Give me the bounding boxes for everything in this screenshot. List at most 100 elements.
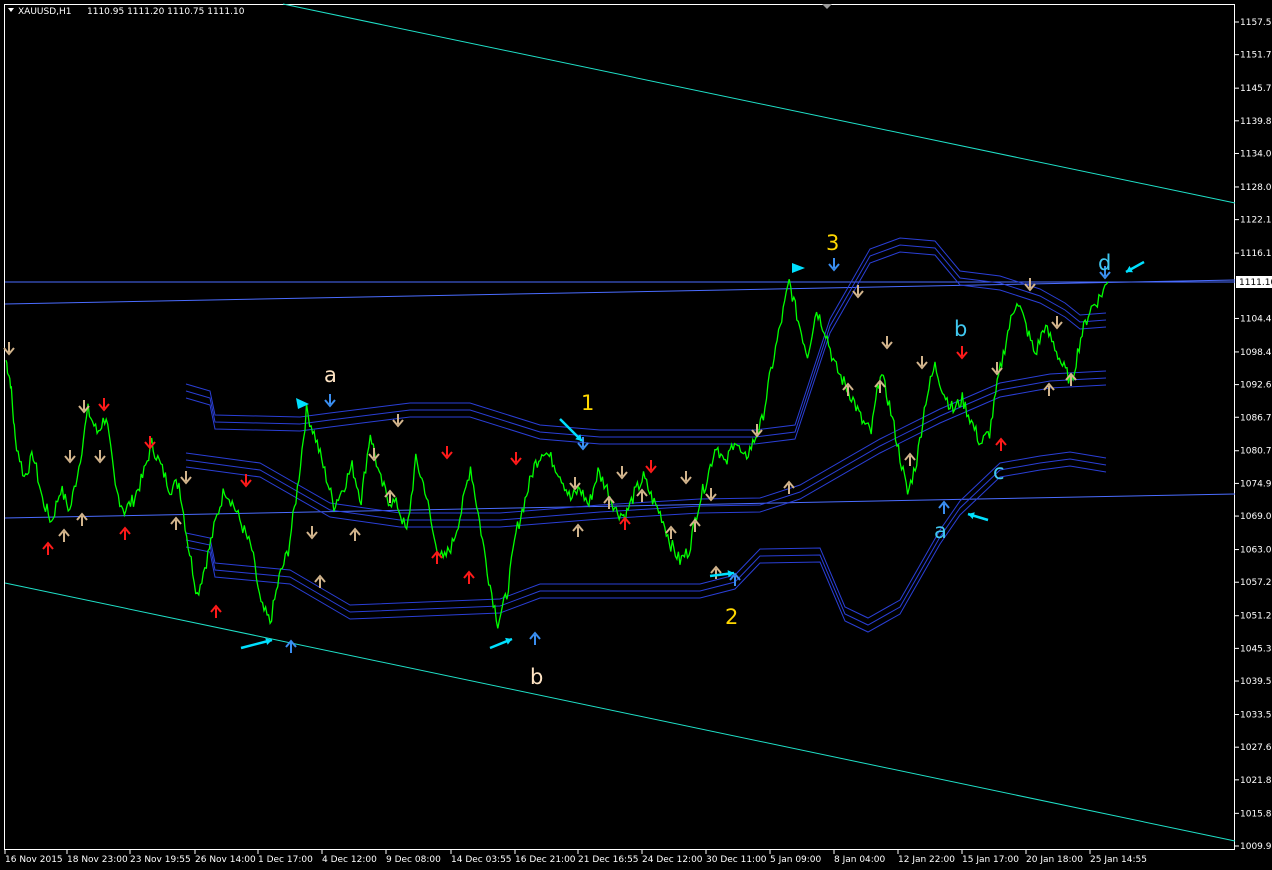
y-tick-label: 1074.90 — [1240, 479, 1272, 489]
arrow-down-icon — [616, 466, 628, 480]
wave-label-a1: a — [324, 363, 337, 387]
y-tick-label: 1057.20 — [1240, 578, 1272, 588]
arrow-down-icon — [368, 448, 380, 462]
arrow-up-icon — [349, 527, 361, 541]
x-tick-label: 16 Dec 21:00 — [515, 855, 576, 865]
price-series-line[interactable] — [5, 279, 1109, 629]
chart-header: XAUUSD,H1 1110.95 1111.20 1110.75 1111.1… — [8, 4, 832, 17]
x-tick-label: 8 Jan 04:00 — [834, 855, 886, 865]
scroll-marker-icon — [822, 4, 832, 9]
resistance-line — [4, 279, 1236, 305]
x-tick-label: 20 Jan 18:00 — [1026, 855, 1083, 865]
wave-labels: a 1 2 3 b b c a d — [324, 231, 1111, 689]
arrow-down-icon — [94, 450, 106, 464]
arrow-down-icon — [680, 471, 692, 485]
chevron-down-icon[interactable] — [8, 8, 14, 12]
x-tick-label: 26 Nov 14:00 — [195, 855, 256, 865]
arrow-down-icon — [916, 356, 928, 370]
y-tick-label: 1092.60 — [1240, 381, 1272, 391]
arrow-down-icon — [3, 342, 15, 356]
ohlc-readout: 1110.95 1111.20 1110.75 1111.10 — [87, 7, 245, 17]
arrow-up-icon — [76, 512, 88, 526]
wave-label-b2: b — [954, 317, 967, 341]
arrow-up-icon — [572, 523, 584, 537]
price-axis[interactable]: 1157.55 1151.70 1145.70 1139.85 1134.00 1128.… — [1235, 18, 1272, 852]
arrow-up-icon — [904, 452, 916, 466]
arrow-down-icon — [828, 258, 840, 272]
envelope-band-1-line-2 — [185, 465, 1107, 633]
y-tick-label: 1033.50 — [1240, 711, 1272, 721]
arrow-up-icon — [689, 518, 701, 532]
wave-label-c: c — [993, 460, 1005, 484]
x-tick-label: 15 Jan 17:00 — [962, 855, 1019, 865]
arrow-up-icon — [463, 570, 475, 584]
envelope-band-0-line-0 — [185, 237, 1107, 431]
y-tick-label: 1086.75 — [1240, 413, 1272, 423]
y-tick-label: 1139.85 — [1240, 117, 1272, 127]
arrow-down-icon — [1051, 316, 1063, 330]
trend-channel — [4, 3, 1236, 842]
plot-frame — [4, 4, 1235, 850]
arrow-up-icon — [42, 541, 54, 555]
time-axis[interactable]: 16 Nov 2015 18 Nov 23:00 23 Nov 19:55 26 No… — [4, 850, 1147, 865]
y-tick-label: 1157.55 — [1240, 18, 1272, 28]
envelope-band-0-line-1 — [185, 244, 1107, 438]
arrow-down-icon — [324, 394, 336, 408]
arrow-up-icon — [636, 488, 648, 502]
envelope-bands — [185, 237, 1107, 633]
y-tick-label: 1080.75 — [1240, 447, 1272, 457]
arrow-up-icon — [210, 604, 222, 618]
y-tick-label: 1027.65 — [1240, 743, 1272, 753]
envelope-band-2-line-0 — [185, 370, 1107, 514]
envelope-band-2-line-1 — [185, 377, 1107, 521]
x-tick-label: 5 Jan 09:00 — [770, 855, 822, 865]
current-price-tag: 1111.10 — [1236, 276, 1272, 288]
y-tick-label: 1021.80 — [1240, 776, 1272, 786]
pointer-arrow-icon — [559, 418, 583, 442]
y-tick-label: 1116.15 — [1240, 249, 1272, 259]
y-tick-label: 1134.00 — [1240, 149, 1272, 159]
arrow-up-icon — [995, 437, 1007, 451]
arrow-up-icon — [665, 525, 677, 539]
wave-label-a2: a — [934, 519, 947, 543]
arrow-up-icon — [314, 574, 326, 588]
y-tick-label: 1009.95 — [1240, 842, 1272, 852]
y-tick-label: 1122.15 — [1240, 216, 1272, 226]
arrow-down-icon — [510, 452, 522, 466]
envelope-band-1-line-1 — [185, 458, 1107, 626]
x-tick-label: 24 Dec 12:00 — [642, 855, 703, 865]
x-tick-label: 14 Dec 03:55 — [451, 855, 512, 865]
wave-label-2: 2 — [725, 605, 738, 629]
arrow-up-icon — [938, 500, 950, 514]
cyan-pointers — [240, 260, 1145, 650]
y-tick-label: 1063.05 — [1240, 546, 1272, 556]
y-tick-label: 1039.50 — [1240, 677, 1272, 687]
price-chart[interactable]: XAUUSD,H1 1110.95 1111.20 1110.75 1111.1… — [0, 0, 1272, 870]
wave-label-1: 1 — [581, 391, 594, 415]
current-price-value: 1111.10 — [1239, 278, 1272, 288]
x-tick-label: 23 Nov 19:55 — [130, 855, 191, 865]
pointer-triangle-icon — [792, 263, 805, 273]
pointer-arrow-icon — [240, 638, 273, 650]
arrow-down-icon — [180, 471, 192, 485]
arrow-up-icon — [529, 631, 541, 645]
arrow-up-icon — [783, 480, 795, 494]
arrow-down-icon — [705, 488, 717, 502]
x-tick-label: 1 Dec 17:00 — [258, 855, 313, 865]
arrow-up-icon — [1043, 382, 1055, 396]
arrow-up-icon — [170, 516, 182, 530]
arrow-down-icon — [392, 414, 404, 428]
arrow-up-icon — [710, 565, 722, 579]
y-tick-label: 1145.70 — [1240, 84, 1272, 94]
arrow-down-icon — [645, 460, 657, 474]
x-tick-label: 21 Dec 16:55 — [578, 855, 639, 865]
y-tick-label: 1128.00 — [1240, 183, 1272, 193]
y-tick-label: 1098.45 — [1240, 348, 1272, 358]
arrow-down-icon — [64, 450, 76, 464]
x-tick-label: 18 Nov 23:00 — [67, 855, 128, 865]
arrow-up-icon — [58, 528, 70, 542]
x-tick-label: 12 Jan 22:00 — [898, 855, 955, 865]
y-tick-label: 1051.20 — [1240, 612, 1272, 622]
channel-lower-line — [4, 582, 1236, 842]
arrow-down-icon — [881, 336, 893, 350]
